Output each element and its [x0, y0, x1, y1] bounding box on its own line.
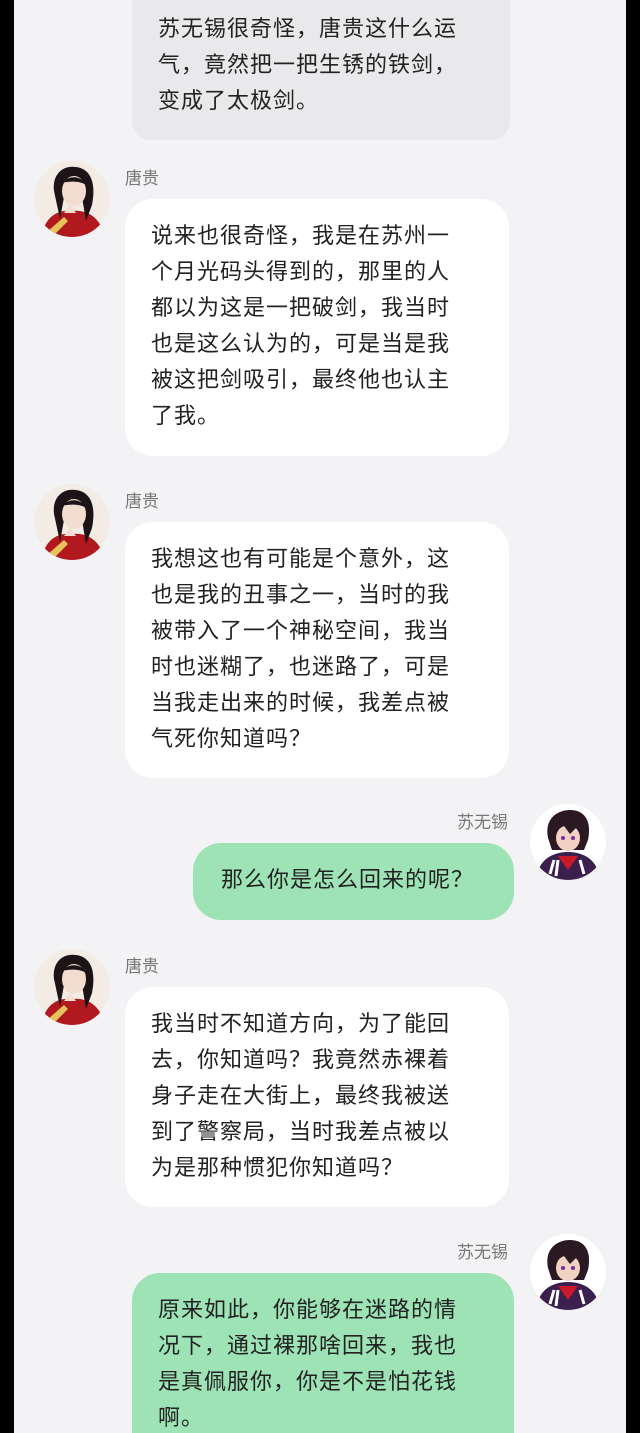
chat-screen: 苏无锡很奇怪，唐贵这什么运 气，竟然把一把生锈的铁剑， 变成了太极剑。 唐贵 说…	[14, 0, 626, 1433]
sender-name-suwuxi: 苏无锡	[457, 1243, 508, 1263]
avatar-tanggui-icon[interactable]	[34, 484, 110, 560]
sender-name-suwuxi: 苏无锡	[457, 813, 508, 833]
sender-name-tanggui: 唐贵	[125, 957, 159, 977]
message-bubble-outgoing[interactable]: 原来如此，你能够在迷路的情 况下，通过裸那啥回来，我也 是真佩服你，你是不是怕花…	[132, 1273, 514, 1433]
avatar-suwuxi-icon[interactable]	[530, 1234, 606, 1310]
message-bubble-top[interactable]: 苏无锡很奇怪，唐贵这什么运 气，竟然把一把生锈的铁剑， 变成了太极剑。	[132, 0, 510, 140]
message-bubble-incoming[interactable]: 说来也很奇怪，我是在苏州一 个月光码头得到的，那里的人 都以为这是一把破剑，我当…	[125, 199, 509, 456]
sender-name-tanggui: 唐贵	[125, 169, 159, 189]
avatar-tanggui-icon[interactable]	[34, 949, 110, 1025]
avatar-tanggui-icon[interactable]	[34, 161, 110, 237]
sender-name-tanggui: 唐贵	[125, 492, 159, 512]
message-bubble-outgoing[interactable]: 那么你是怎么回来的呢？	[193, 843, 514, 920]
message-bubble-incoming[interactable]: 我想这也有可能是个意外，这 也是我的丑事之一，当时的我 被带入了一个神秘空间，我…	[125, 522, 509, 778]
avatar-suwuxi-icon[interactable]	[530, 804, 606, 880]
message-bubble-incoming[interactable]: 我当时不知道方向，为了能回 去，你知道吗？我竟然赤裸着 身子走在大街上，最终我被…	[125, 987, 509, 1207]
